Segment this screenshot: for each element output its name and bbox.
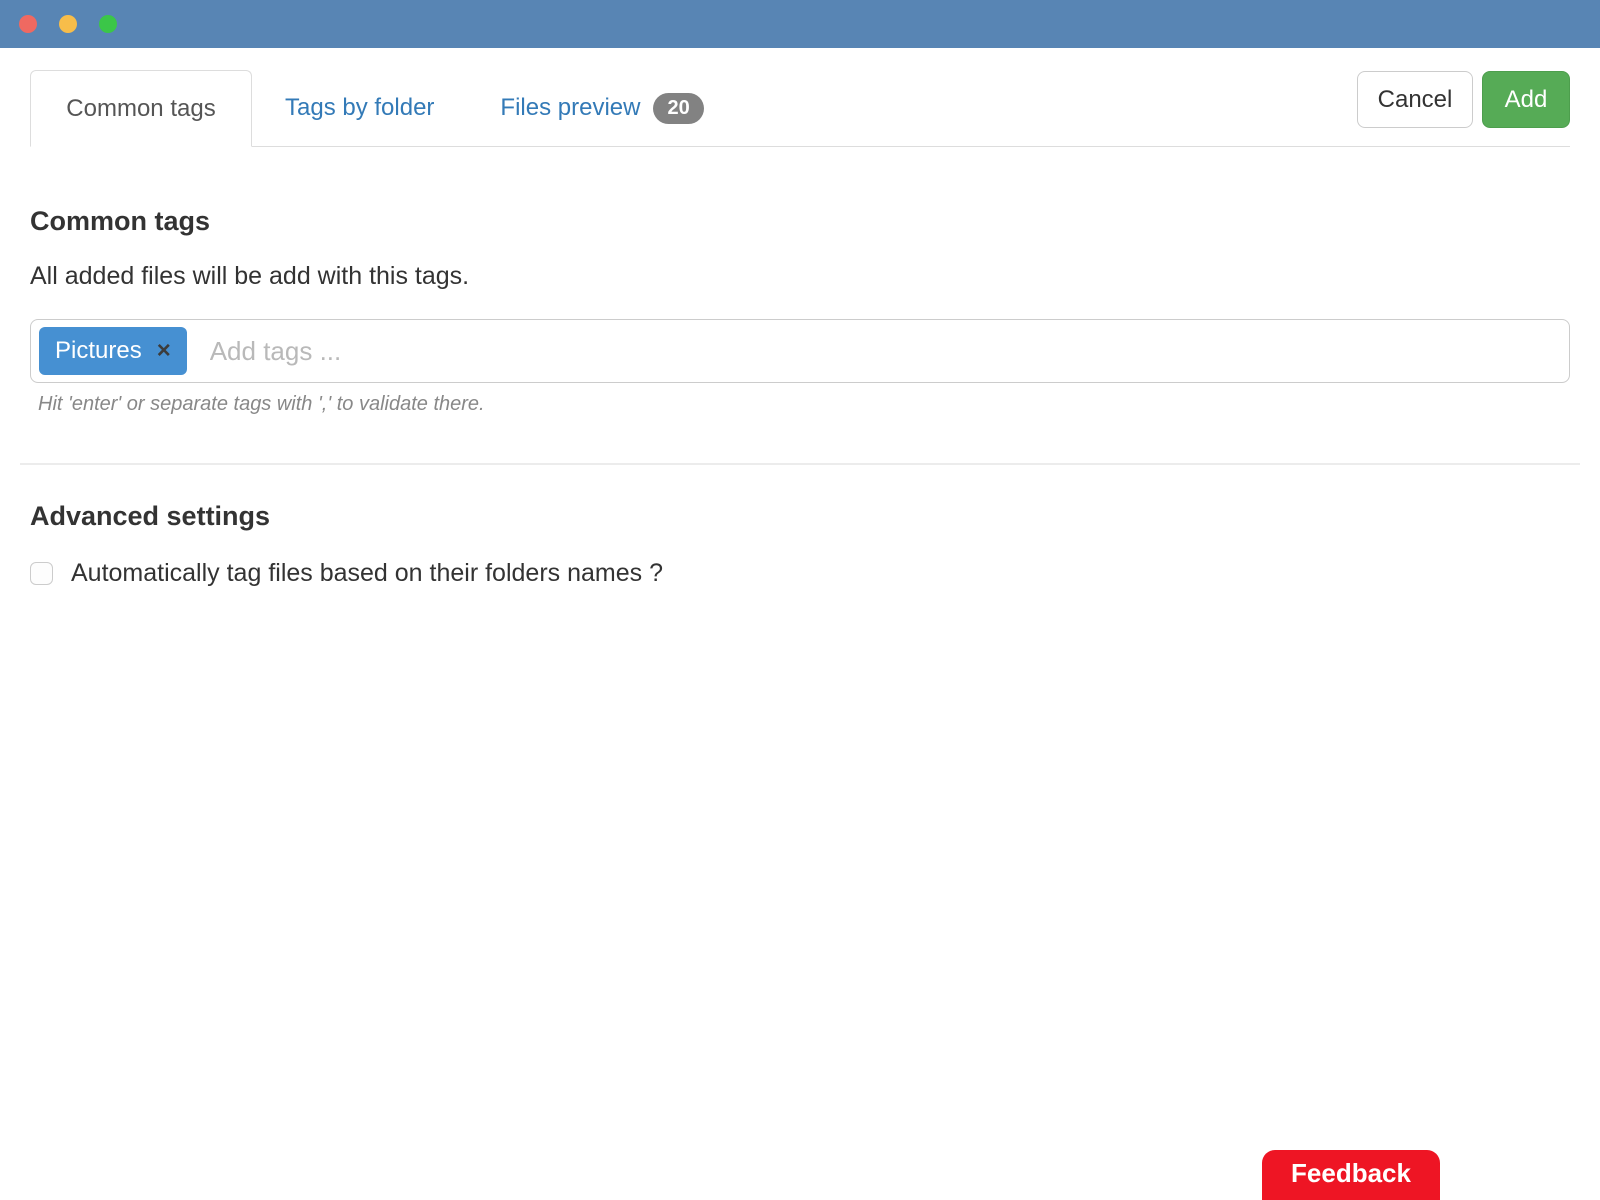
files-count-badge: 20 [653,93,703,124]
auto-tag-label: Automatically tag files based on their f… [71,559,663,588]
cancel-button[interactable]: Cancel [1357,71,1473,128]
close-window-button[interactable] [19,15,37,33]
add-button[interactable]: Add [1482,71,1570,128]
advanced-settings-heading: Advanced settings [30,501,1570,532]
tab-files-preview-label: Files preview [500,94,640,122]
auto-tag-checkbox[interactable] [30,562,53,585]
tab-bar: Common tags Tags by folder Files preview… [30,70,1570,147]
tab-tags-by-folder[interactable]: Tags by folder [252,70,467,146]
window-titlebar [0,0,1600,48]
common-tags-description: All added files will be add with this ta… [30,262,1570,291]
tags-hint-text: Hit 'enter' or separate tags with ',' to… [38,393,1570,416]
auto-tag-option[interactable]: Automatically tag files based on their f… [30,559,1570,588]
minimize-window-button[interactable] [59,15,77,33]
header-actions: Cancel Add [1357,71,1570,128]
common-tags-heading: Common tags [30,206,1570,237]
main-content: Common tags All added files will be add … [0,206,1600,588]
section-divider [20,463,1580,465]
tab-tags-by-folder-label: Tags by folder [285,94,434,122]
tag-chip-label: Pictures [55,337,142,365]
tag-chip: Pictures × [39,327,187,375]
tab-files-preview[interactable]: Files preview 20 [467,70,736,146]
feedback-button[interactable]: Feedback [1262,1150,1440,1200]
zoom-window-button[interactable] [99,15,117,33]
tab-common-tags[interactable]: Common tags [30,70,252,147]
tags-input-field[interactable]: Pictures × [30,319,1570,383]
tab-common-tags-label: Common tags [66,95,215,123]
remove-tag-icon[interactable]: × [157,339,171,363]
add-tags-input[interactable] [208,335,1555,368]
